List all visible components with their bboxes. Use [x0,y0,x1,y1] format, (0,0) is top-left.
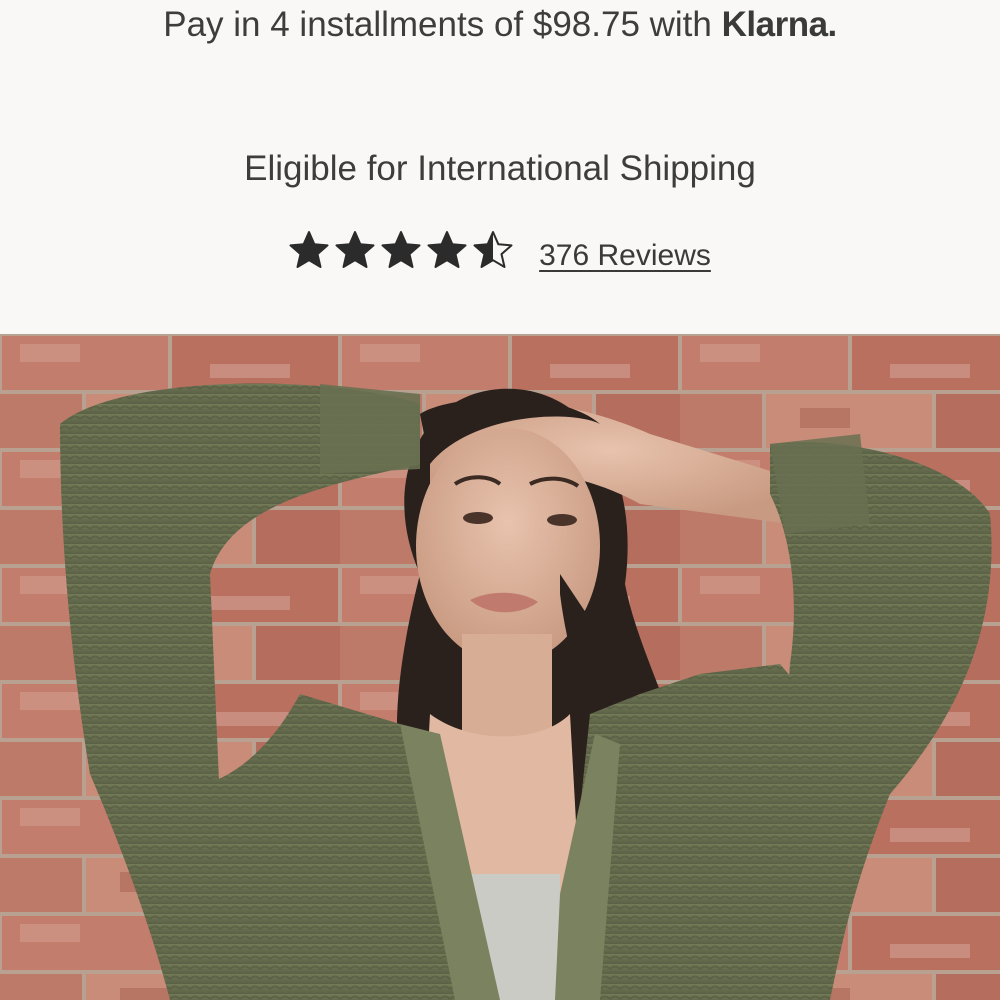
star-full-icon [381,230,421,270]
klarna-logo[interactable]: Klarna. [722,5,838,44]
star-rating[interactable] [289,230,513,270]
shipping-eligibility-text: Eligible for International Shipping [244,149,756,188]
klarna-installments-line: Pay in 4 installments of $98.75 with Kla… [0,0,1000,50]
product-info-section: Pay in 4 installments of $98.75 with Kla… [0,0,1000,334]
rating-row: 376 Reviews [0,222,1000,278]
reviews-link[interactable]: 376 Reviews [539,239,711,273]
product-photo[interactable] [0,334,1000,1000]
star-full-icon [289,230,329,270]
installments-text: Pay in 4 installments of $98.75 with [163,5,712,44]
star-full-icon [335,230,375,270]
star-full-icon [427,230,467,270]
product-photo-image [0,334,1000,1000]
product-page: Pay in 4 installments of $98.75 with Kla… [0,0,1000,1000]
star-half-icon [473,230,513,270]
